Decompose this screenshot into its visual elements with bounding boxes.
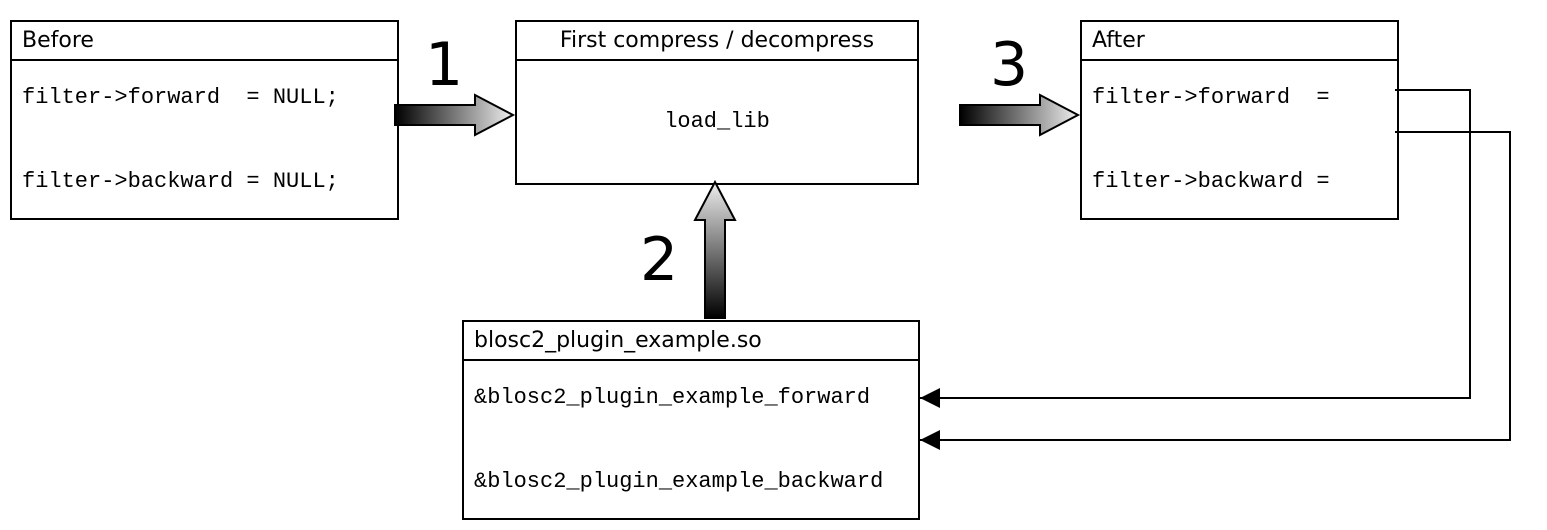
connector-lines (0, 0, 1547, 530)
connector-forward (920, 90, 1470, 398)
connector-backward (920, 132, 1510, 440)
